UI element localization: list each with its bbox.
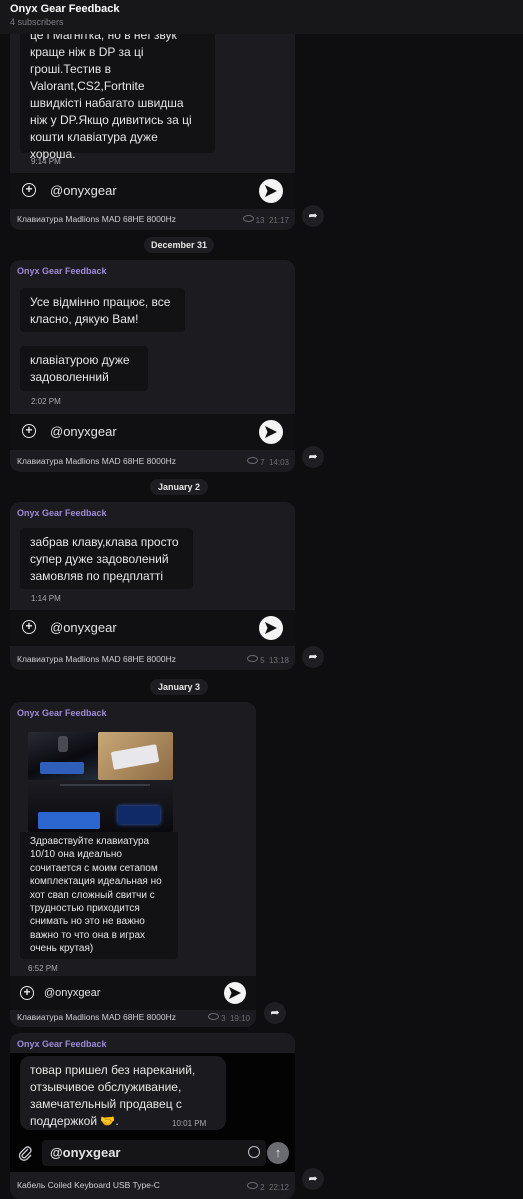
compose-bar: + @onyxgear xyxy=(10,414,295,450)
setup-photo[interactable] xyxy=(28,732,105,780)
post-footer: Клавиатура Madlions MAD 68HE 8000Hz 3 19… xyxy=(10,1008,256,1027)
send-button[interactable] xyxy=(259,616,283,640)
sender-name: Onyx Gear Feedback xyxy=(17,266,107,276)
message-bubble: Здравствуйте клавиатура 10/10 она идеаль… xyxy=(20,832,178,959)
post-meta: 5 13:18 xyxy=(247,655,289,665)
share-button[interactable]: ➦ xyxy=(302,446,324,468)
channel-handle[interactable]: @onyxgear xyxy=(50,424,117,439)
message-bubble: Усе відмінно працює, все класно, дякую В… xyxy=(20,288,185,332)
date-separator: January 2 xyxy=(150,479,208,495)
post-card: це і Магнітка, но в неї звук краще ніж в… xyxy=(10,0,295,230)
send-icon xyxy=(265,426,277,438)
views-icon xyxy=(208,1013,220,1020)
compose-bar: + @onyxgear xyxy=(10,173,295,209)
share-button[interactable]: ➦ xyxy=(264,1002,286,1024)
send-button[interactable] xyxy=(224,982,246,1004)
post-time: 22:12 xyxy=(268,1183,289,1192)
message-bubble: це і Магнітка, но в неї звук краще ніж в… xyxy=(20,18,215,161)
views-icon xyxy=(247,655,259,662)
channel-handle[interactable]: @onyxgear xyxy=(44,987,100,999)
product-label: Клавиатура Madlions MAD 68HE 8000Hz xyxy=(17,456,176,466)
compose-bar: + @onyxgear xyxy=(10,610,295,646)
add-icon[interactable]: + xyxy=(22,620,36,634)
post-time: 14:03 xyxy=(268,458,289,467)
keyboard-photo[interactable] xyxy=(98,732,173,780)
post-time: 21:17 xyxy=(268,216,289,225)
message-time: 2:02 PM xyxy=(31,397,61,406)
post-footer: Клавиатура Madlions MAD 68HE 8000Hz 7 14… xyxy=(10,452,295,472)
post-card: Onyx Gear Feedback забрав клаву,клава пр… xyxy=(10,502,295,670)
sender-name: Onyx Gear Feedback xyxy=(17,1039,107,1049)
views-count: 5 xyxy=(260,656,265,665)
views-count: 7 xyxy=(260,458,265,467)
channel-title: Onyx Gear Feedback xyxy=(10,3,120,15)
send-icon xyxy=(265,622,277,634)
post-time: 13:18 xyxy=(268,656,289,665)
post-card: Onyx Gear Feedback Здравствуйте клавиату… xyxy=(10,702,256,1027)
share-button[interactable]: ➦ xyxy=(302,205,324,227)
subscriber-count: 4 subscribers xyxy=(10,17,64,27)
post-meta: 13 21:17 xyxy=(242,215,289,225)
message-time: 10:01 PM xyxy=(172,1119,207,1128)
channel-handle[interactable]: @onyxgear xyxy=(50,620,117,635)
views-icon xyxy=(247,1182,259,1189)
share-button[interactable]: ➦ xyxy=(302,646,324,668)
product-label: Клавиатура Madlions MAD 68HE 8000Hz xyxy=(17,214,176,224)
product-label: Клавиатура Madlions MAD 68HE 8000Hz xyxy=(17,654,176,664)
post-time: 19:10 xyxy=(229,1014,250,1023)
message-time: 6:52 PM xyxy=(28,964,58,973)
post-footer: Клавиатура Madlions MAD 68HE 8000Hz 13 2… xyxy=(10,210,295,230)
post-card: Onyx Gear Feedback Усе відмінно працює, … xyxy=(10,260,295,472)
add-icon[interactable]: + xyxy=(22,424,36,438)
send-button[interactable] xyxy=(259,420,283,444)
post-meta: 7 14:03 xyxy=(247,457,289,467)
send-icon xyxy=(229,987,241,999)
product-label: Кабель Coiled Keyboard USB Type-C xyxy=(17,1180,160,1190)
desk-photo[interactable] xyxy=(28,780,173,832)
sender-name: Onyx Gear Feedback xyxy=(17,708,107,718)
date-separator: December 31 xyxy=(144,237,214,253)
post-footer: Кабель Coiled Keyboard USB Type-C 2 22:1… xyxy=(10,1176,295,1196)
post-card: Onyx Gear Feedback товар пришел без наре… xyxy=(10,1033,295,1199)
channel-handle[interactable]: @onyxgear xyxy=(50,1145,120,1160)
views-count: 13 xyxy=(255,216,265,225)
product-label: Клавиатура Madlions MAD 68HE 8000Hz xyxy=(17,1012,176,1022)
post-meta: 2 22:12 xyxy=(247,1182,289,1192)
emoji-icon[interactable] xyxy=(248,1146,260,1158)
add-icon[interactable]: + xyxy=(22,183,36,197)
channel-header[interactable]: Onyx Gear Feedback 4 subscribers xyxy=(0,0,523,34)
attach-icon[interactable] xyxy=(18,1145,32,1161)
post-footer: Клавиатура Madlions MAD 68HE 8000Hz 5 13… xyxy=(10,650,295,670)
compose-bar: + @onyxgear xyxy=(10,976,256,1010)
add-icon[interactable]: + xyxy=(20,986,34,1000)
message-time: 1:14 PM xyxy=(31,594,61,603)
views-count: 2 xyxy=(260,1183,265,1192)
sender-name: Onyx Gear Feedback xyxy=(17,508,107,518)
message-bubble: забрав клаву,клава просто супер дуже зад… xyxy=(20,528,193,589)
send-icon xyxy=(265,185,277,197)
send-arrow-button[interactable]: ↑ xyxy=(267,1142,289,1164)
views-icon xyxy=(247,457,259,464)
views-count: 3 xyxy=(221,1014,226,1023)
share-button[interactable]: ➦ xyxy=(302,1168,324,1190)
post-meta: 3 19:10 xyxy=(208,1013,250,1023)
message-bubble: клавіатурою дуже задоволенний xyxy=(20,346,148,391)
compose-bar: @onyxgear ↑ xyxy=(10,1136,295,1172)
views-icon xyxy=(242,215,254,222)
send-button[interactable] xyxy=(259,179,283,203)
date-separator: January 3 xyxy=(150,679,208,695)
channel-handle[interactable]: @onyxgear xyxy=(50,183,117,198)
message-input[interactable]: @onyxgear xyxy=(42,1140,266,1166)
message-time: 9:14 PM xyxy=(31,157,61,166)
